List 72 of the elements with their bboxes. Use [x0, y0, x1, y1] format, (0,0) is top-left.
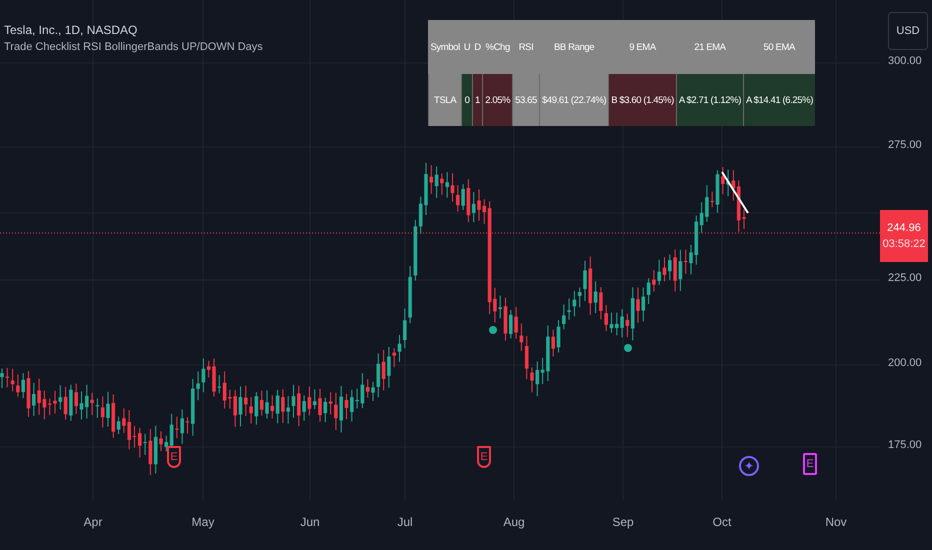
- column-header: D: [472, 20, 483, 74]
- table-cell: A $14.41 (6.25%): [743, 74, 815, 126]
- column-header: 50 EMA: [743, 20, 815, 74]
- candle: [716, 170, 720, 214]
- price-label: 225.00: [888, 272, 922, 284]
- currency-button[interactable]: USD: [888, 12, 928, 50]
- trend-line: [721, 171, 749, 214]
- table-cell: 53.65: [512, 74, 540, 126]
- candle: [504, 297, 508, 342]
- candle: [530, 367, 534, 393]
- candle: [662, 256, 666, 282]
- month-label: Jul: [397, 515, 413, 529]
- candle: [106, 391, 110, 428]
- month-label: Apr: [84, 515, 102, 529]
- column-header: 9 EMA: [608, 20, 676, 74]
- table-cell: 1: [472, 74, 483, 126]
- month-label: Aug: [503, 515, 525, 529]
- candle: [556, 320, 560, 354]
- signal-dot: [624, 344, 632, 352]
- candle: [132, 425, 136, 448]
- candle: [610, 312, 614, 334]
- candle: [265, 390, 269, 419]
- earnings-marker[interactable]: E: [477, 446, 491, 468]
- candle: [318, 388, 322, 422]
- month-label: Nov: [825, 515, 847, 529]
- column-header: BB Range: [539, 20, 609, 74]
- candle: [371, 381, 375, 402]
- column-header: RSI: [512, 20, 540, 74]
- candle: [159, 430, 163, 452]
- symbol-title: Tesla, Inc., 1D, NASDAQ: [4, 22, 138, 39]
- candle: [636, 286, 640, 324]
- column-header: U: [462, 20, 472, 74]
- table-cell: B $3.60 (1.45%): [608, 74, 676, 126]
- candle: [477, 189, 481, 222]
- candle: [742, 209, 746, 230]
- earnings-marker[interactable]: E: [167, 446, 181, 468]
- column-header: Symbol: [428, 20, 462, 74]
- month-label: Oct: [712, 515, 732, 529]
- table-cell: A $2.71 (1.12%): [676, 74, 744, 126]
- table-cell: TSLA: [428, 74, 462, 126]
- candle: [53, 390, 57, 414]
- month-label: May: [192, 515, 214, 529]
- candle: [26, 370, 30, 418]
- candle: [238, 386, 242, 427]
- bar-countdown: 03:58:22: [882, 238, 926, 250]
- table-cell: 2.05%: [482, 74, 513, 126]
- candle: [450, 172, 454, 202]
- last-price: 244.96: [887, 222, 921, 234]
- candle: [0, 368, 4, 389]
- indicator-name: Trade Checklist RSI BollingerBands UP/DOWN Days: [4, 40, 263, 55]
- price-label: 275.00: [888, 139, 922, 151]
- candle: [292, 384, 296, 418]
- candle: [186, 416, 190, 434]
- month-label: Sep: [612, 515, 634, 529]
- earnings-marker[interactable]: E: [803, 453, 817, 475]
- price-label: 200.00: [888, 357, 922, 369]
- column-header: %Chg: [482, 20, 513, 74]
- month-label: Jun: [300, 515, 320, 529]
- candle: [80, 390, 84, 420]
- column-header: 21 EMA: [676, 20, 744, 74]
- signal-dot: [489, 326, 497, 334]
- table-cell: $49.61 (22.74%): [539, 74, 609, 126]
- table-cell: 0: [462, 74, 472, 126]
- price-label: 300.00: [888, 55, 922, 67]
- candle: [212, 358, 216, 398]
- price-label: 175.00: [888, 439, 922, 451]
- candle: [344, 393, 348, 420]
- candle: [398, 334, 402, 362]
- candle: [424, 162, 428, 216]
- candle: [689, 244, 693, 275]
- event-marker[interactable]: ✦: [739, 456, 759, 476]
- candle: [583, 260, 587, 302]
